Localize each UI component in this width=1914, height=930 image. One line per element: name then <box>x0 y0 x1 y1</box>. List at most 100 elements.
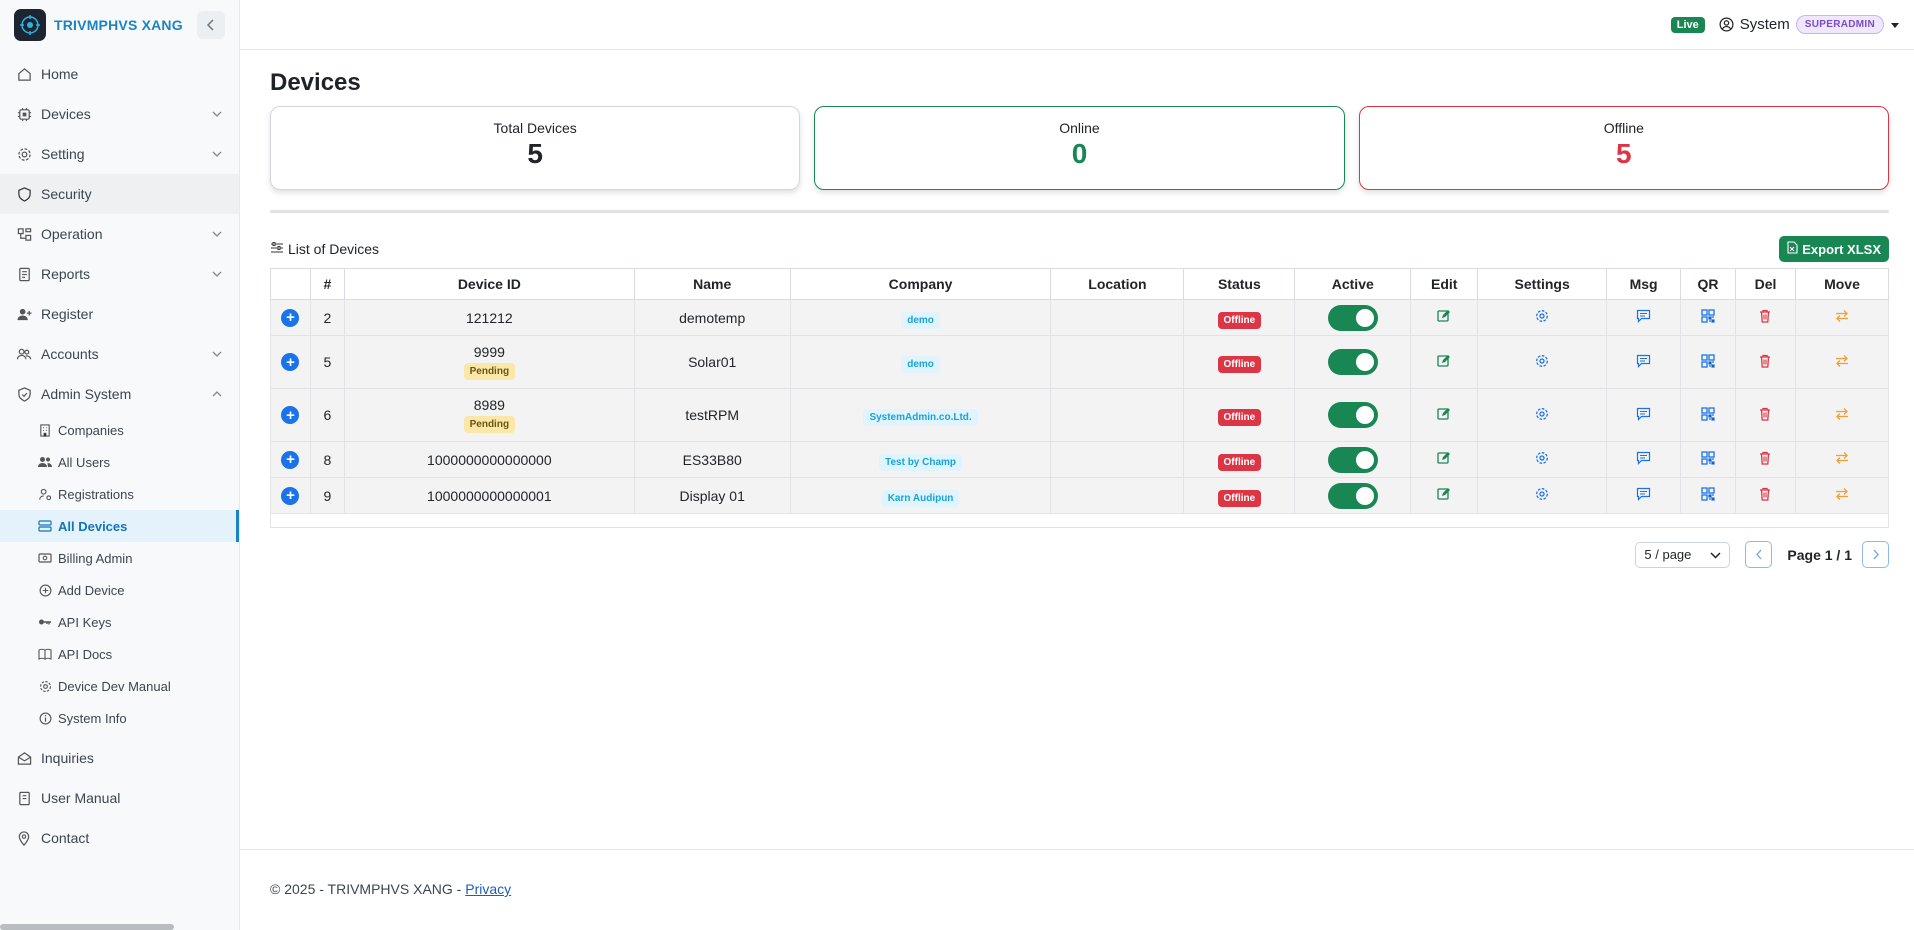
sidebar-subitem-api-docs[interactable]: API Docs <box>0 638 239 670</box>
table-row[interactable]: +5 9999 Pending Solar01 demo Offline <box>270 335 1890 389</box>
gear-icon[interactable] <box>1535 354 1549 368</box>
row-number: 5 <box>309 335 345 389</box>
trash-icon[interactable] <box>1759 407 1771 421</box>
message-icon[interactable] <box>1636 451 1651 465</box>
gear-icon[interactable] <box>1535 309 1549 323</box>
move-arrows-icon[interactable] <box>1834 309 1850 323</box>
expand-row-button[interactable]: + <box>281 353 300 371</box>
gear-icon[interactable] <box>1535 487 1549 501</box>
pending-badge: Pending <box>463 416 516 433</box>
sidebar-item-security[interactable]: Security <box>0 174 239 214</box>
sidebar-subitem-add-device[interactable]: Add Device <box>0 574 239 606</box>
table-row[interactable]: +2 121212 demotemp demo Offline <box>270 299 1890 336</box>
location-cell <box>1050 335 1185 389</box>
active-toggle[interactable] <box>1327 402 1378 428</box>
sidebar-collapse-button[interactable] <box>197 11 225 39</box>
table-row[interactable]: +8 1000000000000000 ES33B80 Test by Champ Of… <box>270 441 1890 478</box>
move-arrows-icon[interactable] <box>1834 354 1850 368</box>
trash-icon[interactable] <box>1759 309 1771 323</box>
gear-icon[interactable] <box>1535 407 1549 421</box>
sidebar-item-contact[interactable]: Contact <box>0 818 239 858</box>
move-arrows-icon[interactable] <box>1834 407 1850 421</box>
table-row[interactable]: +6 8989 Pending testRPM SystemAdmin.co.Ltd. O… <box>270 388 1890 442</box>
qr-code-icon[interactable] <box>1701 451 1715 465</box>
sidebar-subitem-label: Add Device <box>58 582 125 598</box>
message-icon[interactable] <box>1636 407 1651 421</box>
col-header: # <box>309 268 345 300</box>
msg-cell <box>1606 335 1682 389</box>
qr-code-icon[interactable] <box>1701 309 1715 323</box>
active-toggle[interactable] <box>1327 349 1378 375</box>
settings-cell <box>1477 441 1608 478</box>
trash-icon[interactable] <box>1759 354 1771 368</box>
prev-page-button[interactable] <box>1745 541 1773 568</box>
trash-icon[interactable] <box>1759 487 1771 501</box>
status-badge: Offline <box>1217 356 1262 373</box>
sidebar-item-label: Accounts <box>41 346 99 362</box>
edit-icon[interactable] <box>1437 354 1451 368</box>
sidebar-item-home[interactable]: Home <box>0 54 239 94</box>
sidebar-subitem-device-dev-manual[interactable]: Device Dev Manual <box>0 670 239 702</box>
sidebar-item-accounts[interactable]: Accounts <box>0 334 239 374</box>
sidebar-item-reports[interactable]: Reports <box>0 254 239 294</box>
active-cell <box>1294 299 1412 336</box>
sidebar-item-label: Inquiries <box>41 750 94 766</box>
active-toggle[interactable] <box>1327 482 1378 509</box>
user-menu[interactable]: System SUPERADMIN <box>1719 15 1900 34</box>
col-header: Settings <box>1477 268 1608 300</box>
expand-row-button[interactable]: + <box>281 406 300 424</box>
edit-icon[interactable] <box>1437 487 1451 501</box>
brand-name[interactable]: TRIVMPHVS XANG <box>54 17 197 33</box>
trash-icon[interactable] <box>1759 451 1771 465</box>
sidebar-item-inquiries[interactable]: Inquiries <box>0 738 239 778</box>
people-icon <box>16 346 32 362</box>
edit-icon[interactable] <box>1437 407 1451 421</box>
table-footer-spacer <box>270 514 1889 528</box>
del-cell <box>1735 388 1796 442</box>
sidebar-item-devices[interactable]: Devices <box>0 94 239 134</box>
sidebar-subitem-system-info[interactable]: System Info <box>0 702 239 734</box>
edit-icon[interactable] <box>1437 451 1451 465</box>
qr-code-icon[interactable] <box>1701 487 1715 501</box>
sidebar-item-operation[interactable]: Operation <box>0 214 239 254</box>
sidebar-scrollbar[interactable] <box>0 924 174 930</box>
edit-icon[interactable] <box>1437 309 1451 323</box>
privacy-link[interactable]: Privacy <box>465 881 511 897</box>
active-toggle[interactable] <box>1327 446 1378 473</box>
qr-code-icon[interactable] <box>1701 406 1715 421</box>
page-indicator: Page 1 / 1 <box>1787 546 1852 563</box>
file-excel-icon <box>1787 241 1798 257</box>
expand-row-button[interactable]: + <box>281 450 300 469</box>
device-id-cell: 9999 Pending <box>343 335 635 389</box>
message-icon[interactable] <box>1636 354 1651 368</box>
active-toggle[interactable] <box>1327 304 1378 331</box>
sidebar-subitem-all-devices[interactable]: All Devices <box>0 510 239 542</box>
export-xlsx-button[interactable]: Export XLSX <box>1779 236 1889 262</box>
chevron-left-icon <box>206 19 214 31</box>
sidebar-item-admin-system[interactable]: Admin System <box>0 374 239 414</box>
sidebar-subitem-api-keys[interactable]: API Keys <box>0 606 239 638</box>
sidebar-item-register[interactable]: Register <box>0 294 239 334</box>
expand-row-button[interactable]: + <box>281 486 300 505</box>
sidebar-subitem-all-users[interactable]: All Users <box>0 446 239 478</box>
move-arrows-icon[interactable] <box>1834 487 1850 501</box>
message-icon[interactable] <box>1636 487 1651 501</box>
sidebar-subitem-registrations[interactable]: Registrations <box>0 478 239 510</box>
sidebar-subitem-label: All Users <box>58 454 111 470</box>
brand-logo[interactable] <box>14 9 46 41</box>
per-page-select[interactable]: 5 / page <box>1635 541 1731 568</box>
move-arrows-icon[interactable] <box>1834 451 1850 465</box>
message-icon[interactable] <box>1636 309 1651 323</box>
status-cell: Offline <box>1183 299 1296 336</box>
sliders-icon <box>270 241 284 257</box>
sidebar-item-user-manual[interactable]: User Manual <box>0 778 239 818</box>
gear-icon[interactable] <box>1535 451 1549 465</box>
hdd-stack-icon <box>38 519 52 533</box>
sidebar-subitem-billing-admin[interactable]: Billing Admin <box>0 542 239 574</box>
sidebar-subitem-companies[interactable]: Companies <box>0 414 239 446</box>
expand-row-button[interactable]: + <box>281 308 300 327</box>
sidebar-item-setting[interactable]: Setting <box>0 134 239 174</box>
qr-code-icon[interactable] <box>1701 353 1715 368</box>
table-row[interactable]: +9 1000000000000001 Display 01 Karn Audipun… <box>270 477 1890 514</box>
next-page-button[interactable] <box>1862 541 1889 568</box>
